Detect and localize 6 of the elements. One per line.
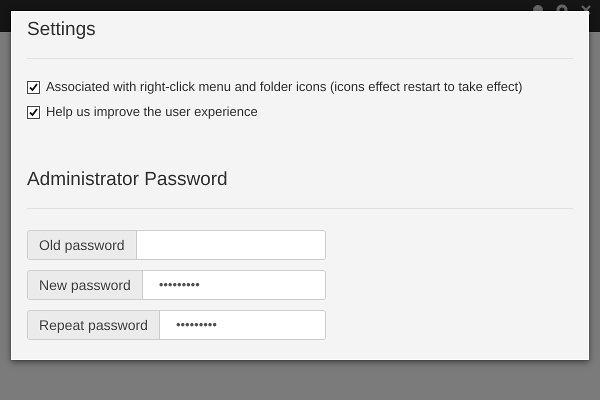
checkbox[interactable] — [27, 80, 40, 94]
checkbox-label: Associated with right-click menu and folder icons (icons effect restart to take effect) — [46, 78, 522, 96]
settings-heading: Settings — [27, 18, 97, 42]
checkbox[interactable] — [27, 106, 40, 118]
checkbox-label: Help us improve the user experience — [46, 103, 258, 121]
password-heading: Administrator Password — [27, 168, 229, 192]
